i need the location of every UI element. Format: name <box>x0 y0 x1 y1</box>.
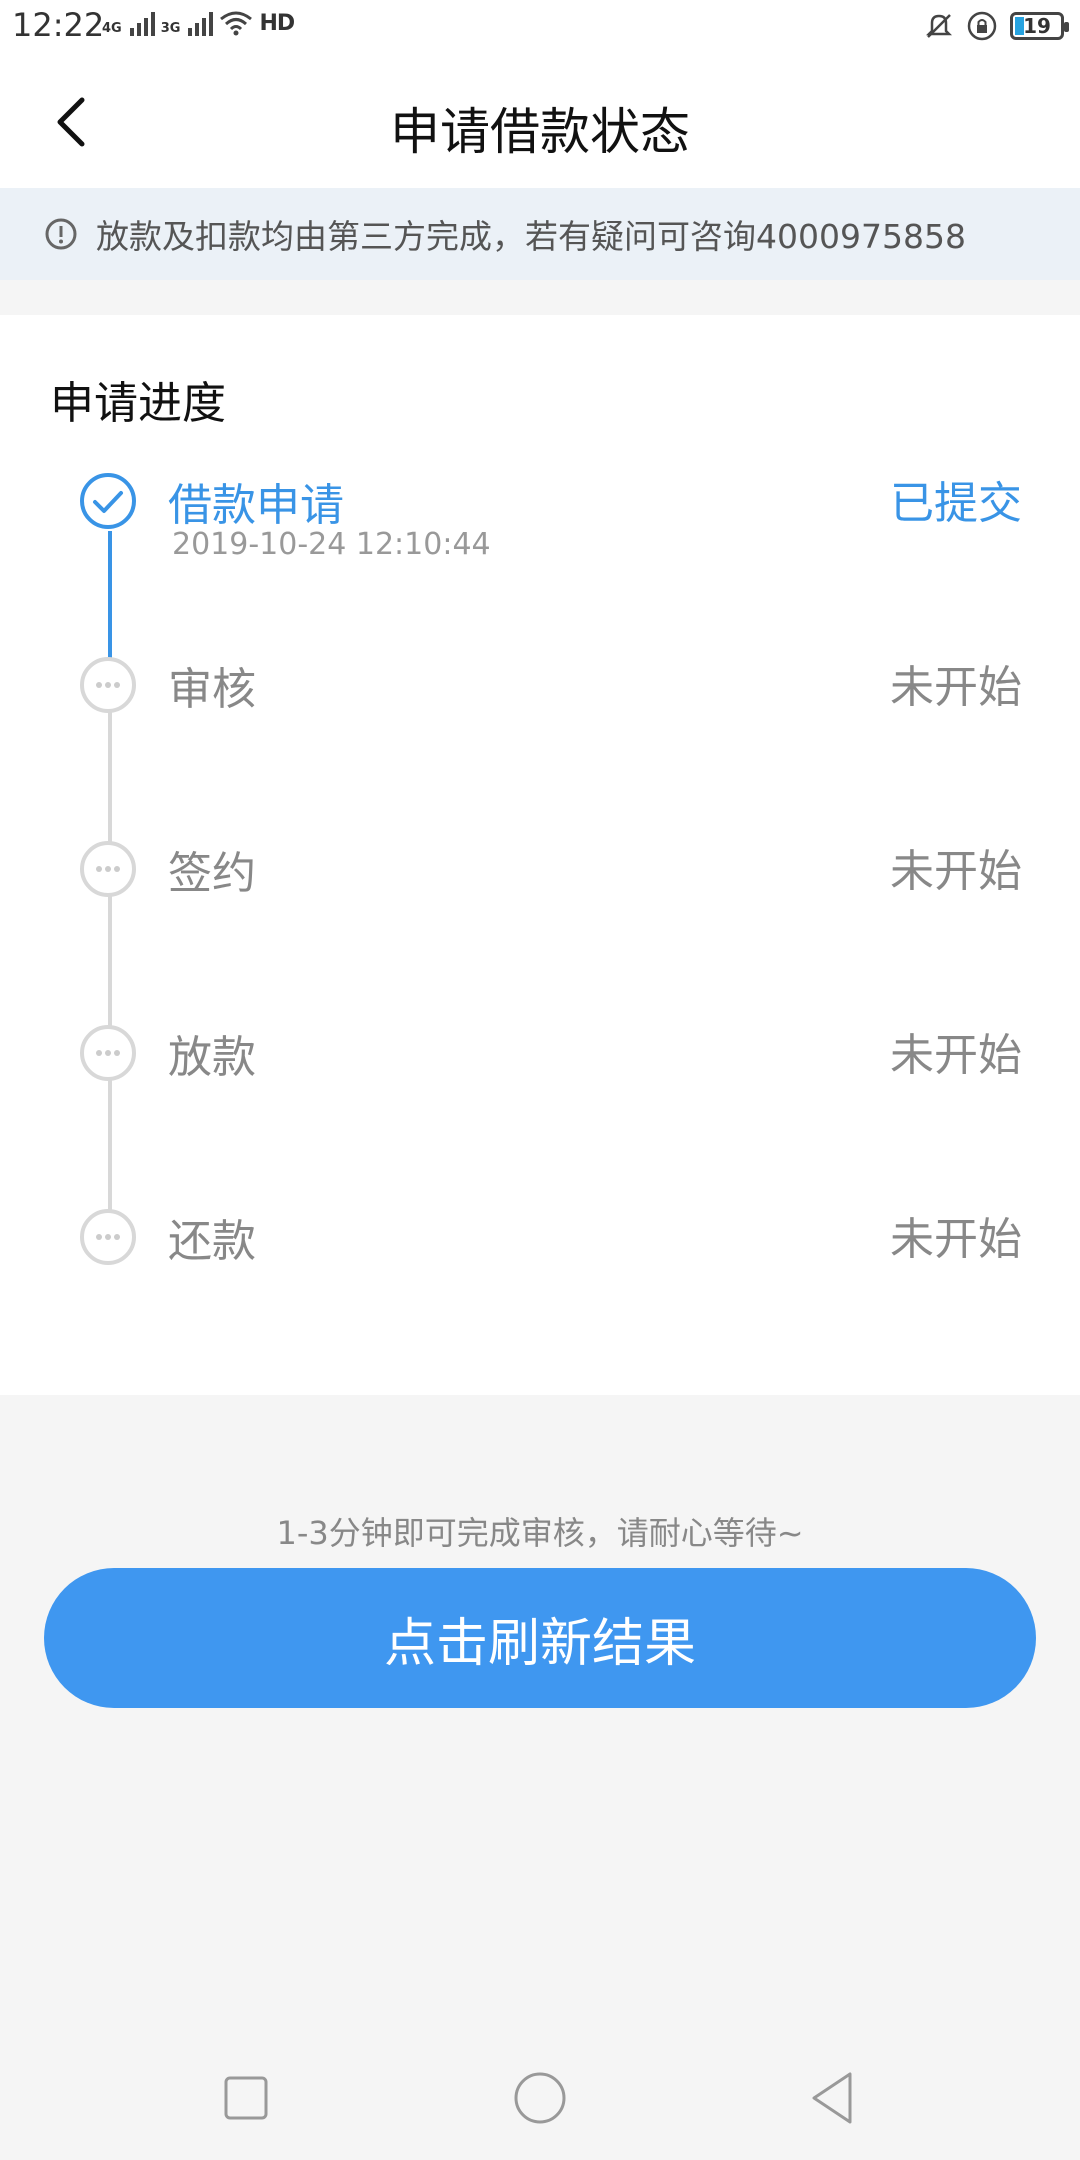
step-time-apply: 2019-10-24 12:10:44 <box>172 527 491 562</box>
signal-bars-2-icon <box>188 10 214 36</box>
step-status-review: 未开始 <box>890 662 1022 713</box>
status-signals: 4G 3G HD <box>102 10 295 36</box>
battery-icon: 19 <box>1010 12 1069 40</box>
title-bar: 申请借款状态 <box>0 56 1080 188</box>
section-title: 申请进度 <box>50 378 226 429</box>
notice-banner: 放款及扣款均由第三方完成，若有疑问可咨询4000975858 <box>0 188 1080 280</box>
step-status-apply: 已提交 <box>890 478 1022 529</box>
step-status-sign: 未开始 <box>890 846 1022 897</box>
refresh-result-button[interactable]: 点击刷新结果 <box>44 1568 1036 1708</box>
info-icon <box>45 218 77 250</box>
step-label-disburse: 放款 <box>168 1032 256 1083</box>
lock-rotation-icon <box>967 11 997 41</box>
back-nav-icon[interactable] <box>798 2062 870 2134</box>
battery-level: 19 <box>1023 14 1051 38</box>
recent-apps-icon[interactable] <box>210 2062 282 2134</box>
timeline-line-pending <box>108 671 112 1211</box>
system-nav-bar <box>0 2040 1080 2160</box>
step-status-disburse: 未开始 <box>890 1030 1022 1081</box>
check-circle-icon <box>80 473 136 529</box>
home-icon[interactable] <box>504 2062 576 2134</box>
notice-text: 放款及扣款均由第三方完成，若有疑问可咨询4000975858 <box>96 217 966 256</box>
signal-bars-1-icon <box>129 10 155 36</box>
wifi-icon <box>220 11 253 36</box>
step-status-repay: 未开始 <box>890 1214 1022 1265</box>
status-bar: 12:22 4G 3G HD 19 <box>0 0 1080 56</box>
pending-dots-icon <box>80 657 136 713</box>
pending-dots-icon <box>80 841 136 897</box>
network-type-1: 4G <box>102 21 122 36</box>
step-label-apply: 借款申请 <box>168 480 344 531</box>
hd-label: HD <box>259 11 295 36</box>
progress-card: 申请进度 借款申请 2019-10-24 12:10:44 已提交 审核 未开始… <box>0 315 1080 1395</box>
step-label-review: 审核 <box>168 664 256 715</box>
wait-hint: 1-3分钟即可完成审核，请耐心等待~ <box>276 1514 804 1552</box>
step-label-sign: 签约 <box>168 848 256 899</box>
status-right-icons: 19 <box>924 10 1069 42</box>
pending-dots-icon <box>80 1209 136 1265</box>
step-label-repay: 还款 <box>168 1216 256 1267</box>
page-title: 申请借款状态 <box>390 103 690 161</box>
timeline-line-active <box>108 531 112 671</box>
network-type-2: 3G <box>160 21 181 36</box>
pending-dots-icon <box>80 1025 136 1081</box>
mute-icon <box>925 14 953 38</box>
status-time: 12:22 <box>12 6 105 44</box>
